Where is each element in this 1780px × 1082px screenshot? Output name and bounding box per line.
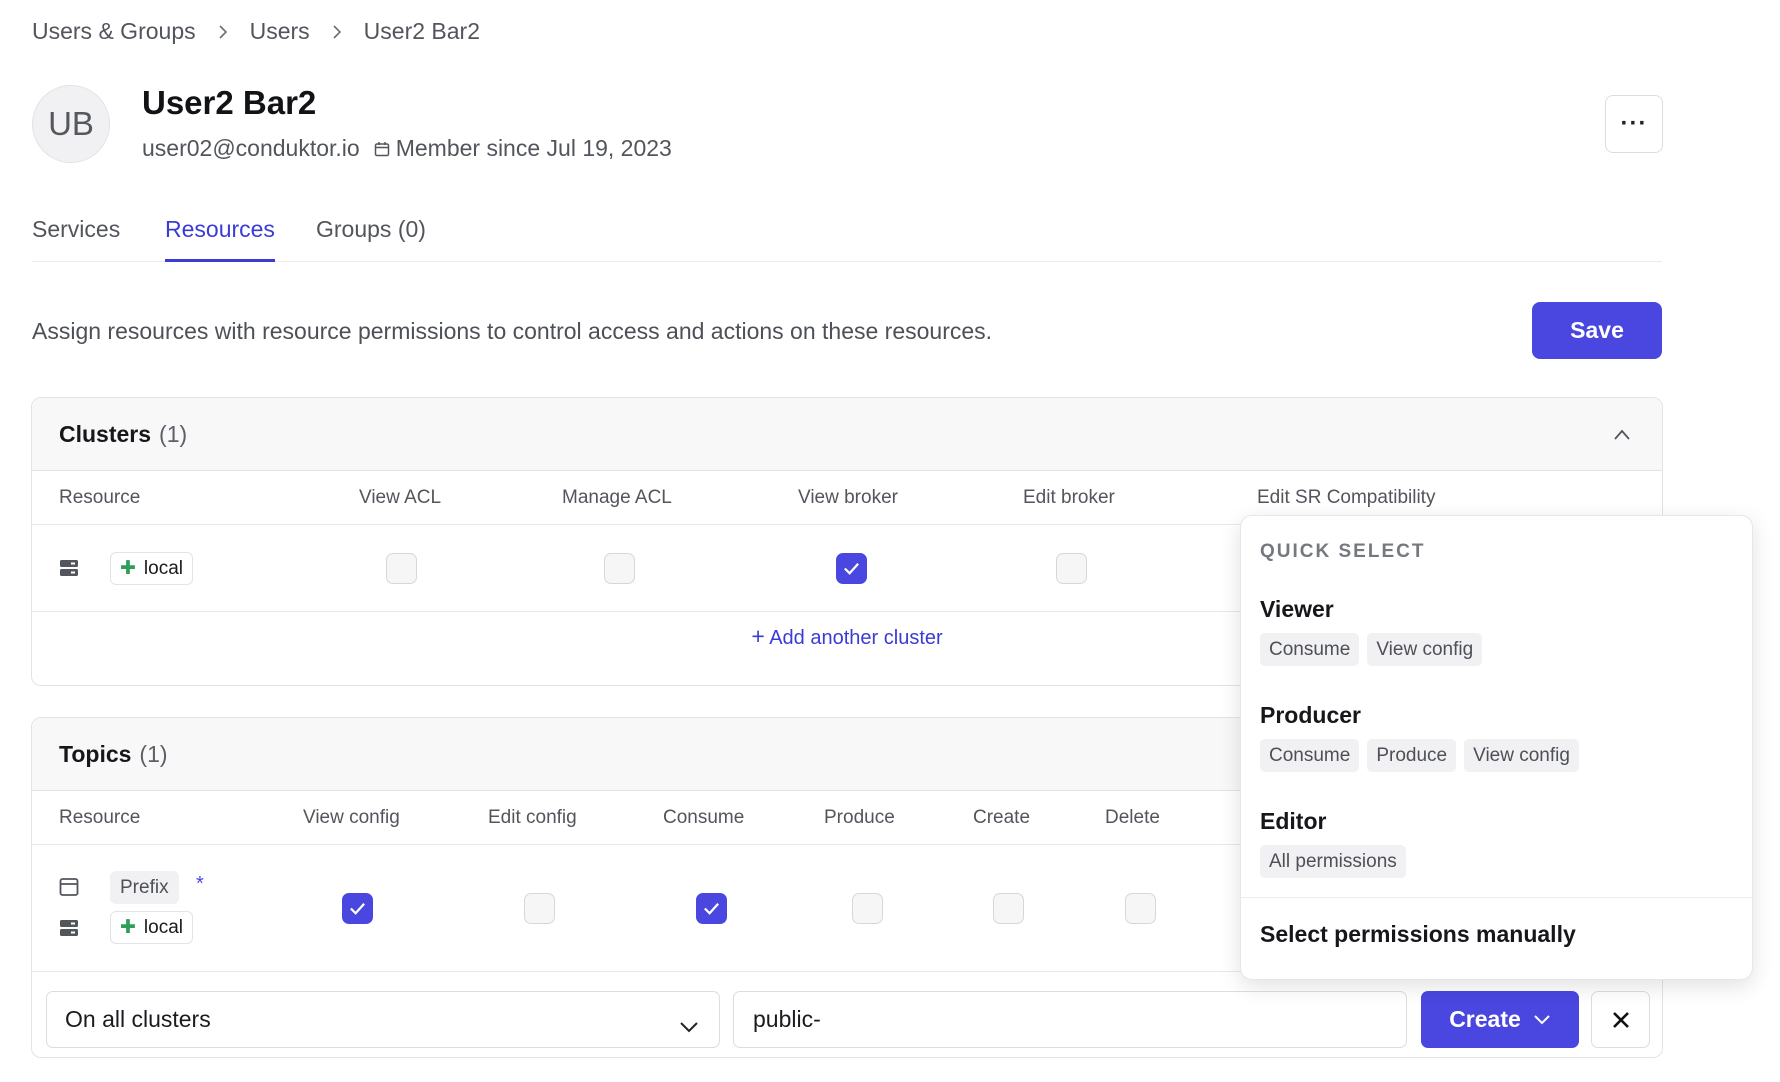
checkbox-view-acl[interactable] xyxy=(386,553,417,584)
permission-tag: View config xyxy=(1464,739,1579,772)
save-button[interactable]: Save xyxy=(1532,302,1662,359)
checkbox-view-config[interactable] xyxy=(342,893,373,924)
column-header: Consume xyxy=(663,807,745,828)
quick-select-producer[interactable]: Producer xyxy=(1260,702,1361,729)
column-header: Resource xyxy=(59,487,141,508)
breadcrumb-current: User2 Bar2 xyxy=(363,18,480,44)
column-header: Resource xyxy=(59,807,141,828)
pattern-wildcard: * xyxy=(196,873,204,895)
select-permissions-manually[interactable]: Select permissions manually xyxy=(1260,921,1576,948)
chevron-up-icon[interactable] xyxy=(1612,424,1632,451)
topics-count: (1) xyxy=(139,740,168,767)
cluster-chip: ✚ local xyxy=(110,911,193,944)
column-header: Edit broker xyxy=(1023,487,1115,508)
tab-resources[interactable]: Resources xyxy=(165,216,275,262)
member-since-text: Member since Jul 19, 2023 xyxy=(395,135,672,161)
column-header: View broker xyxy=(798,487,898,508)
producer-tags: Consume Produce View config xyxy=(1260,739,1579,772)
user-email: user02@conduktor.io xyxy=(142,135,360,161)
create-button[interactable]: Create xyxy=(1421,991,1579,1048)
topics-title: Topics xyxy=(59,740,132,767)
server-icon xyxy=(59,558,79,583)
resources-description: Assign resources with resource permissio… xyxy=(32,318,993,344)
calendar-icon xyxy=(374,141,390,157)
column-header: Edit config xyxy=(488,807,577,828)
quick-select-label: QUICK SELECT xyxy=(1260,541,1426,562)
dropdown-divider xyxy=(1241,897,1752,898)
cluster-name: local xyxy=(143,916,183,938)
chevron-down-icon xyxy=(1533,1014,1551,1026)
clusters-title: Clusters xyxy=(59,420,152,447)
member-since: Member since Jul 19, 2023 xyxy=(374,135,672,162)
checkbox-produce[interactable] xyxy=(852,893,883,924)
column-header: View ACL xyxy=(359,487,442,508)
cluster-plus-icon: ✚ xyxy=(120,917,136,938)
breadcrumb: Users & Groups Users User2 Bar2 xyxy=(32,18,480,45)
tab-groups[interactable]: Groups (0) xyxy=(316,216,426,262)
add-cluster-label: Add another cluster xyxy=(769,627,943,649)
checkbox-edit-broker[interactable] xyxy=(1056,553,1087,584)
editor-tags: All permissions xyxy=(1260,845,1406,878)
server-icon xyxy=(59,918,79,943)
checkbox-consume[interactable] xyxy=(696,893,727,924)
chevron-down-icon xyxy=(679,1013,699,1040)
breadcrumb-users-groups[interactable]: Users & Groups xyxy=(32,18,196,45)
clusters-count: (1) xyxy=(159,420,188,447)
chevron-right-icon xyxy=(330,24,344,39)
column-header: View config xyxy=(303,807,400,828)
cluster-plus-icon: ✚ xyxy=(120,558,136,579)
cluster-name: local xyxy=(143,557,183,579)
close-button[interactable] xyxy=(1591,991,1650,1048)
column-header: Produce xyxy=(824,807,895,828)
tab-services[interactable]: Services xyxy=(32,216,120,262)
permission-tag: Consume xyxy=(1260,633,1360,666)
more-button[interactable]: ··· xyxy=(1605,95,1663,153)
cluster-select[interactable]: On all clusters xyxy=(46,991,720,1048)
column-header: Delete xyxy=(1105,807,1160,828)
topic-prefix-input[interactable] xyxy=(733,991,1407,1048)
column-header: Create xyxy=(973,807,1031,828)
checkbox-create[interactable] xyxy=(993,893,1024,924)
viewer-tags: Consume View config xyxy=(1260,633,1483,666)
check-icon xyxy=(844,562,859,575)
page-title: User2 Bar2 xyxy=(142,84,317,121)
column-header: Manage ACL xyxy=(562,487,672,508)
plus-icon: + xyxy=(751,623,765,649)
quick-select-editor[interactable]: Editor xyxy=(1260,808,1326,835)
permission-tag: View config xyxy=(1367,633,1483,666)
checkbox-manage-acl[interactable] xyxy=(604,553,635,584)
check-icon xyxy=(704,902,719,915)
checkbox-delete[interactable] xyxy=(1125,893,1156,924)
check-icon xyxy=(350,902,365,915)
cluster-chip: ✚ local xyxy=(110,552,193,585)
checkbox-edit-config[interactable] xyxy=(524,893,555,924)
quick-select-dropdown: QUICK SELECT Viewer Consume View config … xyxy=(1240,515,1753,980)
user-meta: user02@conduktor.io Member since Jul 19,… xyxy=(142,135,672,162)
permission-tag: Consume xyxy=(1260,739,1360,772)
avatar: UB xyxy=(32,85,110,163)
quick-select-viewer[interactable]: Viewer xyxy=(1260,596,1334,623)
permission-tag: Produce xyxy=(1367,739,1457,772)
create-label: Create xyxy=(1449,1006,1521,1032)
pattern-chip: Prefix xyxy=(110,871,179,904)
checkbox-view-broker[interactable] xyxy=(836,553,867,584)
cluster-select-value: On all clusters xyxy=(65,1006,211,1032)
clusters-panel-header[interactable]: Clusters (1) xyxy=(32,398,1662,471)
breadcrumb-users[interactable]: Users xyxy=(250,18,310,45)
close-icon xyxy=(1611,1010,1631,1030)
tab-bar: Services Resources Groups (0) xyxy=(32,216,1662,262)
more-icon: ··· xyxy=(1620,110,1648,137)
column-header: Edit SR Compatibility xyxy=(1257,487,1436,508)
permission-tag: All permissions xyxy=(1260,845,1406,878)
chevron-right-icon xyxy=(216,24,230,39)
window-icon xyxy=(59,877,79,902)
